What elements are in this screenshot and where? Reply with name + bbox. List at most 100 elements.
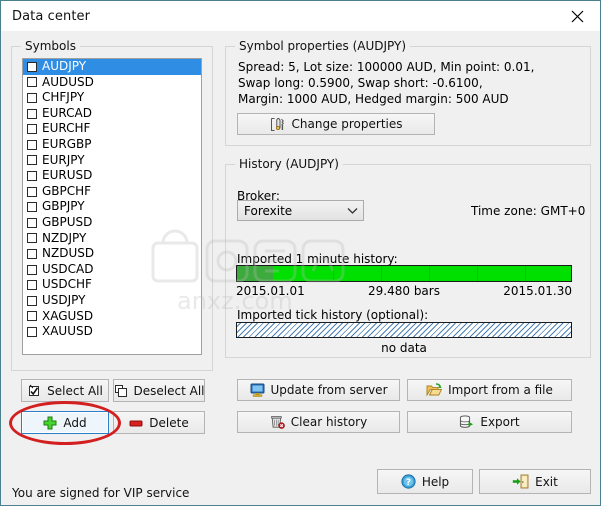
symbol-checkbox[interactable]: [27, 139, 37, 150]
symbol-list-item[interactable]: GBPCHF: [23, 184, 201, 200]
history-group-legend: History (AUDJPY): [235, 157, 343, 171]
update-from-server-button[interactable]: Update from server: [237, 379, 400, 401]
symbol-label: AUDJPY: [42, 59, 87, 73]
tick-history-status: no data: [381, 341, 427, 355]
select-all-label: Select All: [47, 383, 103, 398]
export-button[interactable]: Export: [407, 411, 572, 433]
properties-line-3: Margin: 1000 AUD, Hedged margin: 500 AUD: [238, 92, 509, 106]
symbol-checkbox[interactable]: [27, 264, 37, 275]
close-icon: [571, 10, 583, 22]
add-label: Add: [63, 415, 87, 430]
plus-icon: [43, 416, 57, 429]
symbol-list-item[interactable]: NZDUSD: [23, 246, 201, 262]
symbol-list-item[interactable]: USDCHF: [23, 277, 201, 293]
update-from-server-label: Update from server: [270, 383, 388, 397]
symbol-list-item[interactable]: EURCHF: [23, 121, 201, 137]
exit-button[interactable]: Exit: [479, 469, 591, 494]
checkbox-checked-icon: [29, 384, 40, 396]
symbol-checkbox[interactable]: [27, 186, 37, 197]
history-range-end: 2015.01.30: [503, 284, 572, 298]
symbol-list-item[interactable]: XAUUSD: [23, 324, 201, 340]
symbol-list-item[interactable]: NZDJPY: [23, 231, 201, 247]
symbol-list-item[interactable]: GBPJPY: [23, 199, 201, 215]
symbol-checkbox[interactable]: [27, 61, 37, 72]
symbols-group: Symbols AUDJPY AUDUSD CHFJPY EURCAD EURCHF EU…: [11, 39, 213, 371]
deselect-all-button[interactable]: Deselect All: [113, 379, 205, 402]
symbol-list-item[interactable]: AUDJPY: [23, 59, 201, 75]
symbol-checkbox[interactable]: [27, 92, 37, 103]
symbol-checkbox[interactable]: [27, 311, 37, 322]
symbol-checkbox[interactable]: [27, 124, 37, 135]
symbol-label: NZDUSD: [42, 246, 95, 261]
select-all-button[interactable]: Select All: [21, 379, 109, 402]
help-button[interactable]: ? Help: [377, 469, 473, 494]
minus-bar-icon: [129, 420, 143, 426]
checkbox-empty-icon: [114, 384, 127, 397]
symbol-list-item[interactable]: USDJPY: [23, 293, 201, 309]
symbol-label: GBPUSD: [42, 214, 93, 229]
symbol-checkbox[interactable]: [27, 233, 37, 244]
history-range-start: 2015.01.01: [236, 284, 305, 298]
symbol-label: EURJPY: [42, 152, 85, 167]
symbols-group-legend: Symbols: [21, 39, 80, 53]
symbol-checkbox[interactable]: [27, 170, 37, 181]
properties-line-2: Swap long: 0.5900, Swap short: -0.6100,: [238, 76, 483, 90]
close-window-button[interactable]: [554, 1, 600, 31]
symbol-properties-legend: Symbol properties (AUDJPY): [235, 39, 411, 53]
symbol-list-item[interactable]: EURGBP: [23, 137, 201, 153]
window-title: Data center: [12, 8, 91, 24]
folder-open-icon: [426, 383, 443, 397]
progress-tick: [333, 266, 334, 281]
history-bars-count: 29.480 bars: [368, 284, 440, 298]
svg-text:?: ?: [406, 478, 411, 488]
symbol-list-item[interactable]: GBPUSD: [23, 215, 201, 231]
monitor-icon: [250, 383, 264, 397]
symbol-list-item[interactable]: AUDUSD: [23, 75, 201, 91]
symbol-list-item[interactable]: USDCAD: [23, 262, 201, 278]
import-from-file-label: Import from a file: [448, 383, 553, 397]
deselect-all-label: Deselect All: [133, 383, 205, 398]
symbol-checkbox[interactable]: [27, 280, 37, 291]
change-properties-button[interactable]: Change properties: [237, 113, 435, 135]
symbol-checkbox[interactable]: [27, 108, 37, 119]
symbol-list-item[interactable]: EURCAD: [23, 106, 201, 122]
symbol-checkbox[interactable]: [27, 77, 37, 88]
clear-history-button[interactable]: Clear history: [237, 411, 400, 433]
database-export-icon: [460, 415, 474, 428]
symbol-label: XAUUSD: [42, 324, 93, 339]
symbol-checkbox[interactable]: [27, 155, 37, 166]
symbol-label: CHFJPY: [42, 90, 85, 105]
symbol-checkbox[interactable]: [27, 217, 37, 228]
symbol-checkbox[interactable]: [27, 248, 37, 259]
add-button[interactable]: Add: [21, 411, 109, 434]
import-from-file-button[interactable]: Import from a file: [407, 379, 572, 401]
minute-history-label: Imported 1 minute history:: [237, 252, 398, 266]
symbol-checkbox[interactable]: [27, 202, 37, 213]
properties-line-1: Spread: 5, Lot size: 100000 AUD, Min poi…: [238, 60, 535, 74]
symbol-list-item[interactable]: EURJPY: [23, 153, 201, 169]
symbol-label: EURCHF: [42, 121, 91, 136]
delete-button[interactable]: Delete: [113, 411, 205, 434]
timezone-label: Time zone: GMT+0: [471, 204, 586, 218]
symbol-checkbox[interactable]: [27, 326, 37, 337]
symbol-checkbox[interactable]: [27, 295, 37, 306]
clear-history-label: Clear history: [290, 415, 368, 429]
broker-dropdown[interactable]: Forexite: [237, 200, 364, 221]
progress-tick: [429, 266, 430, 281]
tick-history-label: Imported tick history (optional):: [237, 308, 429, 322]
symbol-label: EURGBP: [42, 136, 92, 151]
exit-label: Exit: [535, 474, 558, 489]
symbol-list-item[interactable]: EURUSD: [23, 168, 201, 184]
symbol-label: GBPCHF: [42, 183, 92, 198]
symbol-label: EURCAD: [42, 105, 92, 120]
chevron-down-icon: [341, 207, 363, 215]
symbol-label: USDCAD: [42, 261, 94, 276]
symbol-properties-text: Spread: 5, Lot size: 100000 AUD, Min poi…: [238, 59, 534, 107]
export-label: Export: [480, 415, 520, 429]
symbol-list-item[interactable]: XAGUSD: [23, 309, 201, 325]
symbols-listbox[interactable]: AUDJPY AUDUSD CHFJPY EURCAD EURCHF EURGBP EURJ…: [22, 58, 202, 355]
symbol-list-item[interactable]: CHFJPY: [23, 90, 201, 106]
delete-label: Delete: [149, 415, 189, 430]
question-mark-icon: ?: [401, 474, 416, 489]
door-exit-icon: [512, 474, 529, 489]
